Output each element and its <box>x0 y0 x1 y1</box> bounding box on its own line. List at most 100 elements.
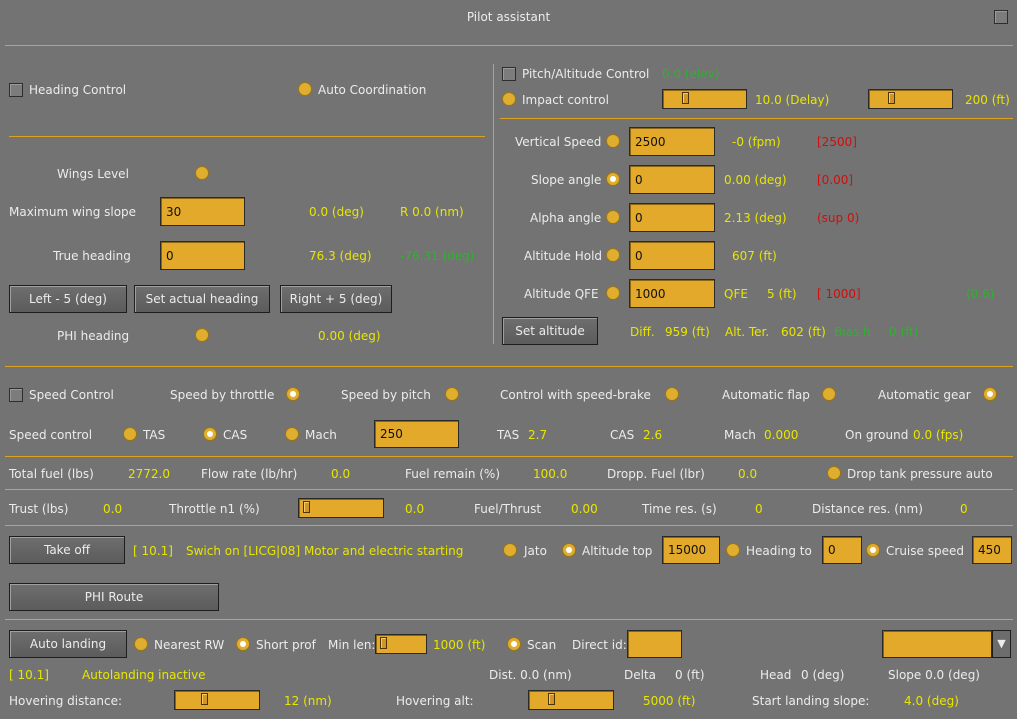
hovering-alt-slider[interactable] <box>528 690 614 710</box>
runway-dropdown[interactable] <box>882 630 992 658</box>
window-close-checkbox[interactable] <box>994 10 1008 24</box>
landing-status-text: Autolanding inactive <box>82 668 206 682</box>
max-wing-slope-input[interactable] <box>160 197 245 226</box>
tas-readout-label: TAS <box>497 428 520 442</box>
slider-thumb[interactable] <box>547 693 555 705</box>
takeoff-status-code: [ 10.1] <box>133 544 173 558</box>
bias-value: 0 (ft) <box>889 325 919 339</box>
fuel-thrust-value: 0.00 <box>571 502 598 516</box>
short-prof-radio[interactable] <box>236 637 250 651</box>
delay-slider[interactable] <box>662 89 747 109</box>
cruise-speed-input[interactable] <box>972 536 1012 564</box>
altitude-hold-readout: 607 (ft) <box>732 249 777 263</box>
wings-level-label: Wings Level <box>57 167 129 181</box>
heading-control-checkbox[interactable] <box>9 83 23 97</box>
chevron-down-icon[interactable]: ▼ <box>992 630 1011 658</box>
speed-brake-radio[interactable] <box>665 387 679 401</box>
altitude-qfe-input[interactable] <box>629 279 715 308</box>
auto-coordination-radio[interactable] <box>298 82 312 96</box>
dist-res-label: Distance res. (nm) <box>812 502 923 516</box>
dropp-fuel-value: 0.0 <box>738 467 758 481</box>
speed-by-throttle-radio[interactable] <box>286 387 300 401</box>
scan-radio[interactable] <box>507 637 521 651</box>
trust-value: 0.0 <box>103 502 123 516</box>
right-5-button[interactable]: Right + 5 (deg) <box>280 285 392 313</box>
take-off-button[interactable]: Take off <box>9 536 125 564</box>
alpha-angle-readout: 2.13 (deg) <box>724 211 787 225</box>
impact-ft-readout: 200 (ft) <box>965 93 1010 107</box>
mach-radio[interactable] <box>285 427 299 441</box>
slider-thumb[interactable] <box>380 637 387 649</box>
impact-control-radio[interactable] <box>502 92 516 106</box>
direct-id-input[interactable] <box>627 630 682 658</box>
pitch-control-checkbox[interactable] <box>502 67 516 81</box>
divider <box>5 619 1013 620</box>
altitude-top-label: Altitude top <box>582 544 653 558</box>
on-ground-readout: 0.0 (fps) <box>913 428 964 442</box>
dist-res-value: 0 <box>960 502 968 516</box>
total-fuel-value: 2772.0 <box>128 467 170 481</box>
alpha-angle-input[interactable] <box>629 203 715 232</box>
phi-route-button[interactable]: PHI Route <box>9 583 219 611</box>
heading-to-input[interactable] <box>822 536 862 564</box>
hovering-distance-readout: 12 (nm) <box>284 694 332 708</box>
left-5-button[interactable]: Left - 5 (deg) <box>9 285 127 313</box>
altitude-qfe-radio[interactable] <box>606 286 620 300</box>
auto-flap-label: Automatic flap <box>722 388 810 402</box>
trust-label: Trust (lbs) <box>9 502 69 516</box>
vertical-speed-radio[interactable] <box>606 134 620 148</box>
slider-thumb[interactable] <box>303 501 310 513</box>
hovering-distance-slider[interactable] <box>174 690 260 710</box>
dropp-fuel-label: Dropp. Fuel (lbr) <box>607 467 705 481</box>
throttle-slider[interactable] <box>298 498 384 518</box>
time-res-label: Time res. (s) <box>642 502 717 516</box>
speed-by-pitch-radio[interactable] <box>445 387 459 401</box>
set-actual-heading-button[interactable]: Set actual heading <box>134 285 270 313</box>
throttle-value: 0.0 <box>405 502 425 516</box>
set-altitude-button[interactable]: Set altitude <box>502 317 598 345</box>
auto-flap-radio[interactable] <box>822 387 836 401</box>
alt-ter-label: Alt. Ter. <box>725 325 770 339</box>
nearest-rw-radio[interactable] <box>134 637 148 651</box>
divider <box>9 136 485 137</box>
tas-radio[interactable] <box>123 427 137 441</box>
delta-value: 0 (ft) <box>675 668 705 682</box>
phi-heading-radio[interactable] <box>195 328 209 342</box>
slope-angle-label: Slope angle <box>531 173 602 187</box>
alpha-angle-sup: (sup 0) <box>817 211 860 225</box>
altitude-top-radio[interactable] <box>562 543 576 557</box>
jato-radio[interactable] <box>503 543 517 557</box>
min-len-slider[interactable] <box>375 634 427 654</box>
auto-gear-radio[interactable] <box>983 387 997 401</box>
auto-landing-button[interactable]: Auto landing <box>9 630 127 658</box>
drop-tank-radio[interactable] <box>827 466 841 480</box>
impact-ft-slider[interactable] <box>868 89 953 109</box>
min-len-label: Min len: <box>328 638 376 652</box>
cas-radio[interactable] <box>203 427 217 441</box>
wings-level-radio[interactable] <box>195 166 209 180</box>
cruise-speed-radio[interactable] <box>866 543 880 557</box>
start-landing-slope-readout: 4.0 (deg) <box>904 694 959 708</box>
slope-angle-radio[interactable] <box>606 172 620 186</box>
true-heading-readout: 76.3 (deg) <box>309 249 372 263</box>
on-ground-label: On ground <box>845 428 909 442</box>
slope-angle-input[interactable] <box>629 165 715 194</box>
heading-to-radio[interactable] <box>726 543 740 557</box>
divider <box>5 489 1013 490</box>
vertical-speed-input[interactable] <box>629 127 715 156</box>
slider-thumb[interactable] <box>201 693 209 705</box>
slider-thumb[interactable] <box>681 92 689 104</box>
speed-input[interactable] <box>374 420 459 448</box>
altitude-top-input[interactable] <box>662 536 720 564</box>
takeoff-status-text: Swich on [LICG|08] Motor and electric st… <box>186 544 464 558</box>
true-heading-input[interactable] <box>160 241 245 270</box>
diff-label: Diff. <box>630 325 655 339</box>
cas-label: CAS <box>223 428 248 442</box>
altitude-hold-radio[interactable] <box>606 248 620 262</box>
speed-by-throttle-label: Speed by throttle <box>170 388 275 402</box>
slider-thumb[interactable] <box>887 92 895 104</box>
speed-control-checkbox[interactable] <box>9 388 23 402</box>
alpha-angle-radio[interactable] <box>606 210 620 224</box>
altitude-hold-input[interactable] <box>629 241 715 270</box>
hovering-alt-readout: 5000 (ft) <box>643 694 696 708</box>
